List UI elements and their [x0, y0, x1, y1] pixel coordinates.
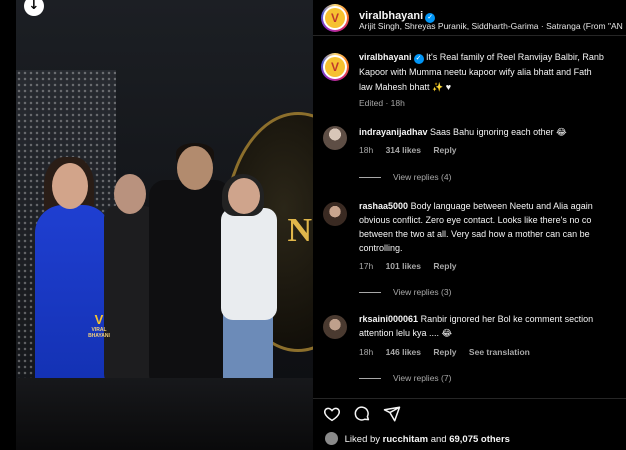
commenter-avatar[interactable] [323, 126, 347, 150]
comment-time: 17h [359, 261, 374, 271]
person-white-blazer [221, 208, 277, 320]
comment-likes[interactable]: 314 likes [386, 145, 421, 155]
reply-button[interactable]: Reply [433, 347, 456, 357]
person-blue-dress [35, 205, 111, 405]
watermark-text: VIRAL BHAYANI [88, 327, 110, 339]
post-photo[interactable]: N V VIRAL BHAYANI [16, 0, 313, 450]
caption-text-2: Kapoor with Mumma neetu kapoor wify alia… [359, 67, 592, 77]
floor [16, 378, 313, 450]
verified-badge-icon: ✓ [413, 54, 424, 64]
caption-username[interactable]: viralbhayani [359, 52, 412, 62]
see-translation-button[interactable]: See translation [469, 347, 530, 357]
comment-text: Ranbir ignored her Bol ke comment sectio… [420, 314, 594, 324]
comment-text: attention lelu kya .... 😂 [359, 328, 453, 338]
author-avatar[interactable]: V [321, 53, 349, 81]
view-replies-button[interactable]: View replies (3) [359, 287, 451, 297]
media-gutter [0, 0, 16, 450]
comment-meta: 18h 146 likes Reply See translation [359, 347, 540, 357]
post-media[interactable]: N V VIRAL BHAYANI ↓ [0, 0, 313, 450]
comment-meta: 18h 314 likes Reply [359, 145, 467, 155]
comment-username[interactable]: indrayanijadhav [359, 127, 428, 137]
liked-by-prefix: Liked by [344, 434, 381, 445]
comment-time: 18h [359, 347, 374, 357]
comment-text: controlling. [359, 243, 403, 253]
view-replies-button[interactable]: View replies (4) [359, 172, 451, 182]
liker-avatar[interactable] [325, 432, 338, 445]
comment-meta: 17h 101 likes Reply [359, 261, 467, 271]
comment-body: indrayanijadhav Saas Bahu ignoring each … [359, 126, 567, 140]
comment-body: rashaa5000 Body language between Neetu a… [359, 200, 593, 214]
comment-username[interactable]: rksaini000061 [359, 314, 418, 324]
liked-by-conj: and [430, 434, 447, 445]
heart-icon[interactable] [323, 405, 341, 423]
liked-by-user[interactable]: rucchitam [383, 434, 428, 445]
comment-likes[interactable]: 101 likes [386, 261, 421, 271]
comment-text: Saas Bahu ignoring each other 😂 [430, 127, 567, 137]
watermark: V VIRAL BHAYANI [85, 312, 113, 339]
paper-plane-icon[interactable] [383, 405, 401, 423]
audio-attribution[interactable]: Arijit Singh, Shreyas Puranik, Siddharth… [359, 21, 623, 31]
comment-username[interactable]: rashaa5000 [359, 201, 408, 211]
liked-by-others[interactable]: 69,075 others [449, 434, 510, 445]
backdrop-text: N [287, 212, 313, 249]
commenter-avatar[interactable] [323, 315, 347, 339]
caption-meta: Edited · 18h [359, 98, 405, 108]
caption-text-3: law Mahesh bhatt ✨ ♥ [359, 82, 452, 92]
comment-body: rksaini000061 Ranbir ignored her Bol ke … [359, 313, 593, 327]
comments-scroll[interactable]: V viralbhayani ✓ It's Real family of Reel… [313, 37, 626, 395]
caption-text-1: It's Real family of Reel Ranvijay Balbir… [426, 52, 604, 62]
person-head [52, 163, 88, 209]
reply-button[interactable]: Reply [433, 145, 456, 155]
view-replies-button[interactable]: View replies (7) [359, 373, 451, 383]
comment-likes[interactable]: 146 likes [386, 347, 421, 357]
comment-text: Body language between Neetu and Alia aga… [410, 201, 593, 211]
commenter-avatar[interactable] [323, 202, 347, 226]
comment-text: obvious conflict. Zero eye contact. Look… [359, 215, 592, 225]
watermark-logo: V [94, 312, 104, 327]
reply-button[interactable]: Reply [433, 261, 456, 271]
person-head [177, 146, 213, 190]
action-bar [313, 398, 626, 428]
comment-text: between the two at all. Very sad how a m… [359, 229, 590, 239]
person-black-suit [149, 180, 231, 390]
comment-icon[interactable] [353, 405, 371, 423]
author-avatar[interactable]: V [321, 4, 349, 32]
person-head [228, 178, 260, 214]
post-details-panel: V viralbhayani ✓ Arijit Singh, Shreyas Pu… [313, 0, 626, 450]
comment-time: 18h [359, 145, 374, 155]
caption-line: viralbhayani ✓ It's Real family of Reel R… [359, 51, 604, 65]
person-head [114, 174, 146, 214]
liked-by: Liked by rucchitam and 69,075 others [325, 432, 510, 445]
post-header: V viralbhayani ✓ Arijit Singh, Shreyas Pu… [313, 0, 626, 36]
